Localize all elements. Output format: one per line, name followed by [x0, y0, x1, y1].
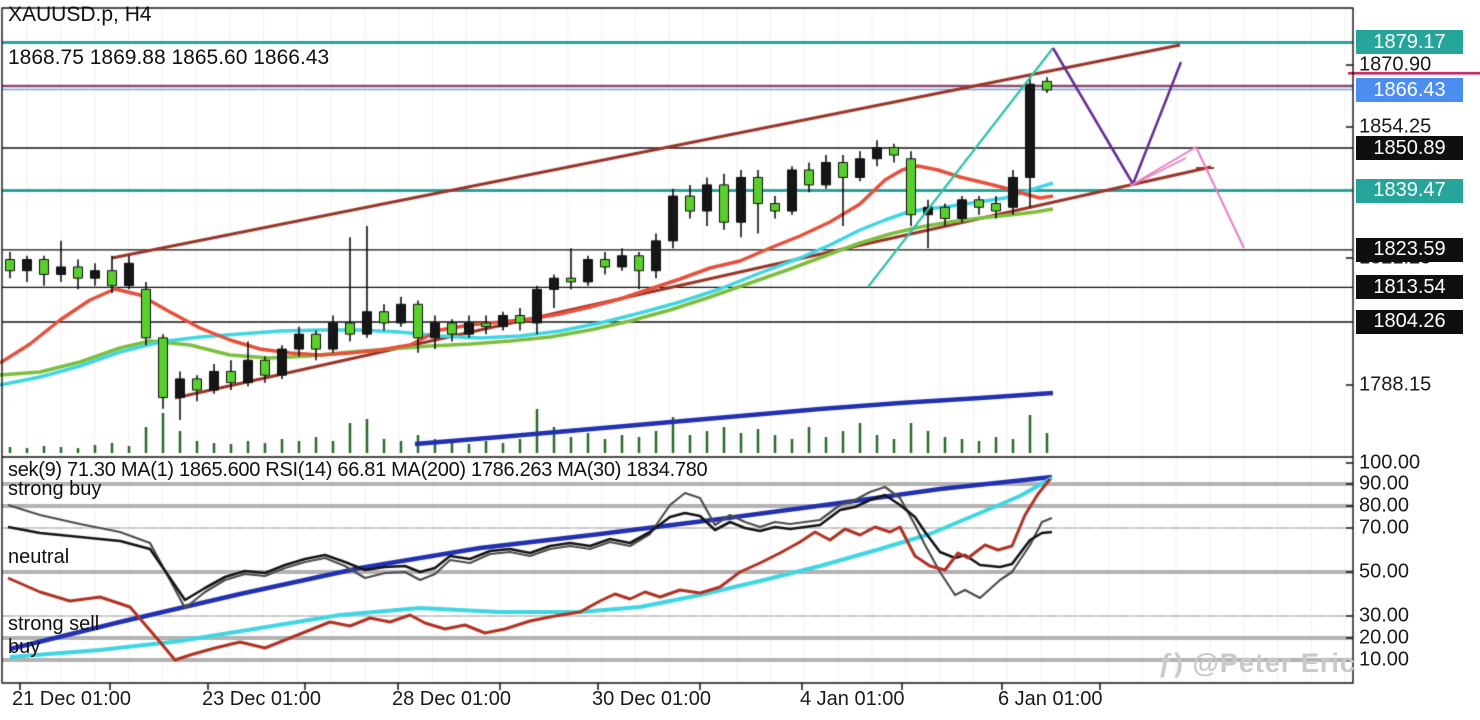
- price-scale-label: 30.00: [1359, 604, 1410, 627]
- price-chart-canvas[interactable]: [0, 0, 1480, 720]
- price-scale-label: 20.00: [1359, 626, 1410, 649]
- symbol-title: XAUUSD.p, H4: [8, 3, 152, 26]
- price-scale-label: 50.00: [1359, 560, 1410, 583]
- price-scale-label: 10.00: [1359, 648, 1410, 671]
- price-scale-label: 100.00: [1359, 451, 1421, 474]
- price-badge: 1866.43: [1356, 78, 1463, 103]
- zone-label-strong-buy: strong buy: [8, 478, 102, 500]
- price-scale-label: 90.00: [1359, 472, 1410, 495]
- trading-app-window: { "header": { "symbol": "XAUUSD.p, H4", …: [0, 0, 1480, 720]
- zone-label-neutral: neutral: [8, 546, 70, 568]
- time-axis-label: 6 Jan 01:00: [998, 688, 1103, 710]
- price-scale-label: 1788.15: [1359, 373, 1432, 396]
- price-badge: 1823.59: [1356, 237, 1463, 262]
- price-badge: 1813.54: [1356, 275, 1463, 300]
- watermark: ƒ) @Peter Eric: [1158, 648, 1356, 678]
- price-badge: 1879.17: [1356, 30, 1463, 55]
- zone-label-buy: buy: [8, 636, 41, 658]
- price-badge: 1839.47: [1356, 178, 1463, 203]
- zone-label-strong-sell: strong sell: [8, 613, 100, 635]
- time-axis-label: 21 Dec 01:00: [12, 688, 131, 710]
- time-axis-label: 28 Dec 01:00: [392, 688, 511, 710]
- price-badge: 1850.89: [1356, 136, 1463, 160]
- price-badge: 1804.26: [1356, 309, 1463, 334]
- time-axis-label: 23 Dec 01:00: [202, 688, 321, 710]
- indicator-values-readout: sek(9) 71.30 MA(1) 1865.600 RSI(14) 66.8…: [8, 459, 708, 481]
- price-scale-label: 80.00: [1359, 494, 1410, 517]
- time-axis-label: 4 Jan 01:00: [800, 688, 905, 710]
- price-scale-label: 70.00: [1359, 516, 1410, 539]
- ohlc-readout: 1868.75 1869.88 1865.60 1866.43: [8, 46, 330, 69]
- price-scale-label: 1870.90: [1359, 53, 1432, 76]
- time-axis-label: 30 Dec 01:00: [592, 688, 711, 710]
